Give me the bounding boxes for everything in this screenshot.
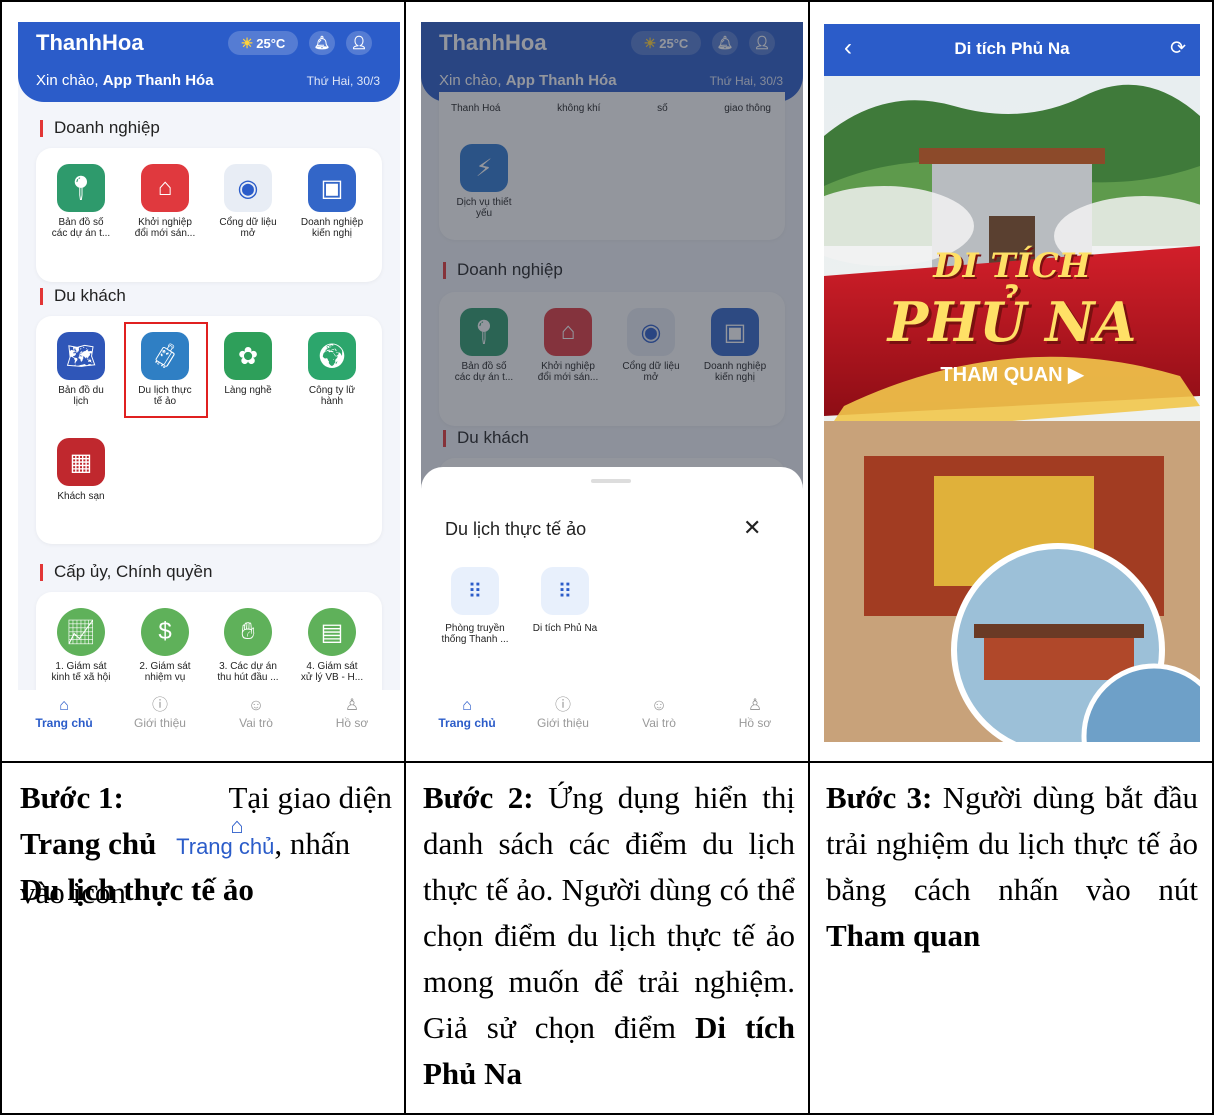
greeting: Xin chào, App Thanh Hóa	[36, 72, 214, 89]
role-icon: ☺	[650, 697, 668, 714]
app-du-an[interactable]: ✋︎ 3. Các dự án thu hút đầu ...	[206, 608, 290, 683]
bottom-nav: ⌂ Trang chủ ⓘ Giới thiệu ☺ Vai trò ♙ Hồ sơ	[18, 690, 400, 742]
nav-home[interactable]: ⌂ Trang chủ	[24, 696, 104, 730]
tourist-card: 🗺︎ Bản đồ du lịch 🧳︎ Du lịch thực tế ảo ✿ Làn…	[36, 316, 382, 544]
sheet-item-di-tich-phu-na[interactable]: ⠿ Di tích Phủ Na	[523, 567, 607, 634]
tour-topbar: ‹ Di tích Phủ Na ⟳	[824, 24, 1200, 76]
document-icon: ▤	[308, 608, 356, 656]
drag-handle[interactable]	[591, 479, 631, 483]
home-icon: ⌂	[462, 697, 472, 714]
nav-home[interactable]: ⌂ Trang chủ	[427, 696, 507, 730]
home-screen: ThanhHoa ☀ 25°C 🔔︎ 👤︎ Xin chào, App Thanh…	[18, 22, 400, 742]
nav-role[interactable]: ☺ Vai trò	[216, 696, 296, 730]
weather-text: 25°C	[256, 35, 286, 51]
nav-intro[interactable]: ⓘ Giới thiệu	[120, 696, 200, 730]
nav-role[interactable]: ☺ Vai trò	[619, 696, 699, 730]
info-icon: ⓘ	[151, 697, 168, 714]
role-icon: ☺	[247, 697, 265, 714]
caption-step-3: Bước 3: Người dùng bắt đầu trải nghiệm d…	[826, 780, 1198, 953]
grid-icon: ⠿	[451, 567, 499, 615]
app-brand: ThanhHoa	[36, 30, 144, 55]
coin-icon: $	[141, 608, 189, 656]
table-border-top	[0, 0, 1214, 2]
map-pin-icon: 📍︎	[57, 164, 105, 212]
refresh-icon[interactable]: ⟳	[1170, 37, 1186, 60]
hotel-icon: ▦	[57, 438, 105, 486]
app-cong-du-lieu[interactable]: ◉Cổng dữ liệumở	[206, 164, 290, 239]
app-giam-sat-1[interactable]: 📈︎ 1. Giám sát kinh tế xã hội	[39, 608, 123, 683]
app-giam-sat-4[interactable]: ▤ 4. Giám sát xử lý VB - H...	[290, 608, 374, 683]
info-icon: ⓘ	[554, 697, 571, 714]
app-ban-do-du-lich[interactable]: 🗺︎ Bản đồ du lịch	[39, 332, 123, 407]
highlight-box	[124, 322, 208, 418]
close-icon[interactable]: ✕	[743, 515, 761, 541]
section-title-tourist: Du khách	[40, 286, 126, 306]
home-icon: ⌂	[59, 697, 69, 714]
app-header: ThanhHoa ☀25°C 🔔︎ 👤︎ Xin chào, App Thanh…	[18, 22, 400, 102]
app-khach-san[interactable]: ▦ Khách sạn	[39, 438, 123, 502]
caption-step-2: Bước 2: Ứng dụng hiển thị danh sách các …	[423, 780, 796, 1091]
section-title-gov: Cấp ủy, Chính quyền	[40, 562, 212, 582]
app-ban-do-so[interactable]: 📍︎Bản đồ sốcác dự án t...	[39, 164, 123, 239]
data-portal-icon: ◉	[224, 164, 272, 212]
app-giam-sat-2[interactable]: $2. Giám sát nhiệm vụ	[123, 608, 207, 683]
tour-title: Di tích Phủ Na	[954, 39, 1070, 58]
home-icon: ⌂	[230, 813, 244, 838]
banner-line-2: PHỦ NA	[887, 290, 1137, 354]
date-label: Thứ Hai, 30/3	[306, 74, 380, 88]
sun-icon: ☀	[240, 34, 254, 51]
sheet-item-phong-truyen-thong[interactable]: ⠿ Phòng truyền thống Thanh ...	[433, 567, 517, 645]
user-icon[interactable]: 👤︎	[346, 31, 372, 55]
weather-badge[interactable]: ☀25°C	[228, 31, 298, 55]
sheet-title: Du lịch thực tế ảo	[445, 519, 587, 539]
profile-icon: ♙	[747, 697, 763, 714]
chart-icon: 📈︎	[57, 608, 105, 656]
handicraft-icon: ✿	[224, 332, 272, 380]
banner-line-1: DI TÍCH	[933, 246, 1091, 286]
caption-step-1: Bước 1: Tại giao diện Trang chủ ⌂ Trang …	[20, 780, 392, 910]
travel-agency-icon: 🌍︎	[308, 332, 356, 380]
profile-icon: ♙	[344, 697, 360, 714]
travel-map-icon: 🗺︎	[57, 332, 105, 380]
table-col-divider-2	[808, 0, 810, 1115]
nav-intro[interactable]: ⓘ Giới thiệu	[523, 696, 603, 730]
nav-profile[interactable]: ♙ Hồ sơ	[312, 696, 392, 730]
investment-icon: ✋︎	[224, 608, 272, 656]
app-lang-nghe[interactable]: ✿ Làng nghề	[206, 332, 290, 396]
table-divider	[0, 761, 1214, 763]
grid-icon: ⠿	[541, 567, 589, 615]
rocket-icon: ⌂	[141, 164, 189, 212]
nav-profile[interactable]: ♙ Hồ sơ	[715, 696, 795, 730]
tour-screen: ‹ Di tích Phủ Na ⟳ DI TÍCH PHỦ NA THAM Q…	[824, 24, 1200, 742]
section-title-business: Doanh nghiệp	[40, 118, 160, 138]
list-screen: ThanhHoa ☀25°C 🔔︎ 👤︎ Xin chào, App Thanh…	[421, 22, 803, 742]
business-card: 📍︎Bản đồ sốcác dự án t... ⌂Khởi nghiệpđổ…	[36, 148, 382, 282]
app-khoi-nghiep[interactable]: ⌂Khởi nghiệpđổi mới sán...	[123, 164, 207, 239]
table-col-divider-1	[404, 0, 406, 1115]
tham-quan-button[interactable]: THAM QUAN ▶	[824, 362, 1200, 387]
app-doanh-nghiep-kien-nghi[interactable]: ▣Doanh nghiệpkiến nghị	[290, 164, 374, 239]
app-cong-ty-lu-hanh[interactable]: 🌍︎ Công ty lữ hành	[290, 332, 374, 407]
table-border-left	[0, 0, 2, 1115]
briefcase-icon: ▣	[308, 164, 356, 212]
tour-poster	[824, 76, 1200, 742]
bottom-nav: ⌂ Trang chủ ⓘ Giới thiệu ☺ Vai trò ♙ Hồ sơ	[421, 690, 803, 742]
bell-icon[interactable]: 🔔︎	[309, 31, 335, 55]
